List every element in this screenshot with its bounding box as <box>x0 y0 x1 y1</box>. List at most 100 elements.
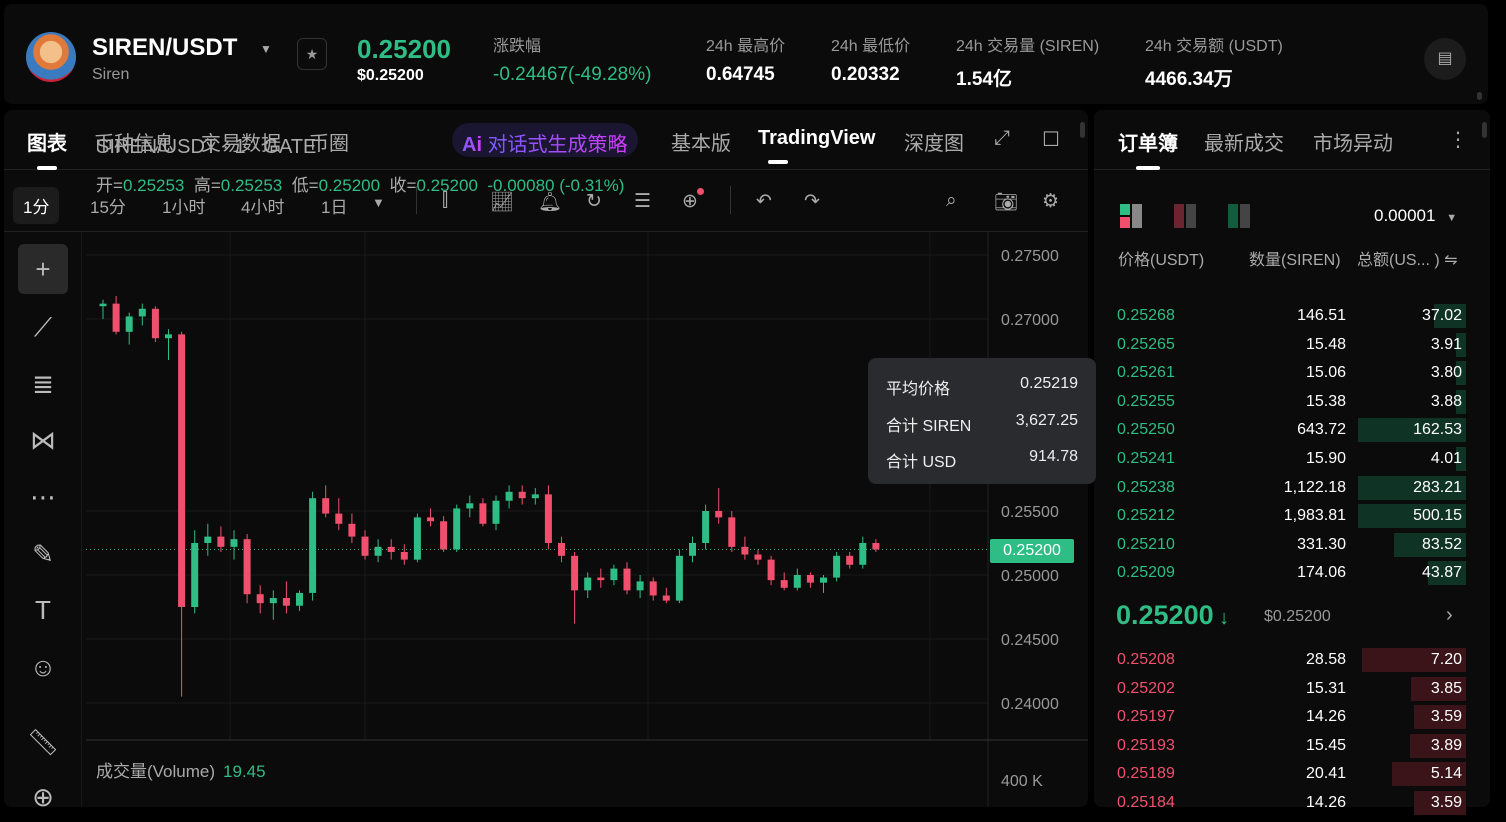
total: 7.20 <box>1430 651 1462 668</box>
candle <box>112 303 120 332</box>
candle <box>610 568 618 581</box>
y-tick-label: 0.27500 <box>1001 248 1059 265</box>
mid-price-usd: $0.25200 <box>1264 608 1331 625</box>
col-price: 价格(USDT) <box>1118 252 1205 269</box>
ask-row[interactable]: 0.25265 15.48 3.91 <box>1094 331 1474 359</box>
quantity: 174.06 <box>1297 564 1346 582</box>
price: 0.25212 <box>1117 507 1175 525</box>
bid-row[interactable]: 0.25202 15.31 3.85 <box>1094 675 1474 703</box>
price: 0.25202 <box>1117 679 1175 697</box>
price: 0.25268 <box>1117 307 1175 324</box>
candle <box>636 581 644 591</box>
candle <box>204 536 212 543</box>
quantity: 20.41 <box>1305 765 1346 783</box>
ask-row[interactable]: 0.25241 15.90 4.01 <box>1094 445 1474 473</box>
orderbook-panel: 订单簿 最新成交 市场异动 ⋮ 0.00001 ▼ 价格(USDT) 数量(SI… <box>1094 110 1490 815</box>
total: 3.91 <box>1430 335 1462 353</box>
price: 0.25208 <box>1117 651 1175 668</box>
quantity: 1,983.81 <box>1283 507 1346 525</box>
candle <box>138 308 146 317</box>
candle <box>715 511 723 518</box>
bid-row[interactable]: 0.25208 28.58 7.20 <box>1094 646 1474 674</box>
quantity: 15.45 <box>1305 736 1346 754</box>
quantity: 146.51 <box>1297 307 1346 324</box>
candle <box>400 551 408 560</box>
candle <box>518 491 526 499</box>
bid-row[interactable]: 0.25197 14.26 3.59 <box>1094 703 1474 731</box>
candle <box>269 598 277 604</box>
candle <box>820 577 827 583</box>
price: 0.25238 <box>1117 478 1175 496</box>
candle <box>374 546 382 556</box>
candle <box>296 592 303 606</box>
quantity: 331.30 <box>1297 535 1346 553</box>
ask-row[interactable]: 0.25238 1,122.18 283.21 <box>1094 474 1474 502</box>
ask-row[interactable]: 0.25255 15.38 3.88 <box>1094 388 1474 416</box>
candle <box>348 523 356 537</box>
ask-row[interactable]: 0.25268 146.51 37.02 <box>1094 302 1474 330</box>
candle <box>243 539 251 595</box>
price: 0.25209 <box>1117 564 1175 582</box>
ask-row[interactable]: 0.25209 174.06 43.87 <box>1094 559 1474 587</box>
total: 37.02 <box>1421 307 1462 324</box>
quantity: 14.26 <box>1305 708 1346 726</box>
total: 3.59 <box>1430 708 1462 726</box>
more-icon[interactable]: ⋮ <box>1448 127 1468 152</box>
view-bids-icon[interactable] <box>1228 204 1252 228</box>
candle <box>649 581 657 596</box>
ask-row[interactable]: 0.25210 331.30 83.52 <box>1094 531 1474 559</box>
quantity: 14.26 <box>1305 794 1346 811</box>
quantity: 15.48 <box>1305 335 1346 353</box>
candle <box>833 555 841 578</box>
chevron-right-icon[interactable]: › <box>1446 604 1453 627</box>
bid-row[interactable]: 0.25193 15.45 3.89 <box>1094 732 1474 760</box>
book-icon[interactable]: ▤ <box>1424 38 1466 80</box>
quantity: 15.38 <box>1305 392 1346 410</box>
candle <box>387 546 395 552</box>
ask-row[interactable]: 0.25212 1,983.81 500.15 <box>1094 502 1474 530</box>
candle <box>99 303 107 307</box>
tab-latest-trades[interactable]: 最新成交 <box>1204 127 1284 156</box>
candle <box>675 555 683 601</box>
orderbook-tooltip: 平均价格 0.25219 合计 SIREN 3,627.25 合计 USD 914.7… <box>868 358 1096 484</box>
quantity: 15.31 <box>1305 679 1346 697</box>
candle <box>361 536 369 556</box>
view-both-icon[interactable] <box>1120 204 1144 228</box>
candle <box>191 543 199 607</box>
price: 0.25250 <box>1117 421 1175 439</box>
price: 0.25265 <box>1117 335 1175 353</box>
bid-row[interactable]: 0.25189 20.41 5.14 <box>1094 760 1474 788</box>
tab-market-moves[interactable]: 市场异动 <box>1313 127 1393 156</box>
precision-select[interactable]: 0.00001 ▼ <box>1374 206 1457 226</box>
candle <box>754 554 762 560</box>
candle <box>440 521 448 550</box>
ask-row[interactable]: 0.25250 643.72 162.53 <box>1094 416 1474 444</box>
candle <box>531 494 539 499</box>
candle <box>793 575 801 588</box>
candle <box>322 498 330 514</box>
scrollbar[interactable] <box>1482 122 1487 138</box>
quantity: 28.58 <box>1305 651 1346 668</box>
candle <box>780 580 788 588</box>
candle <box>872 543 880 550</box>
ask-row[interactable]: 0.25261 15.06 3.80 <box>1094 359 1474 387</box>
total: 43.87 <box>1421 564 1462 582</box>
scrollbar[interactable] <box>1477 92 1482 100</box>
view-asks-icon[interactable] <box>1174 204 1198 228</box>
candle <box>413 517 421 560</box>
total: 162.53 <box>1413 421 1462 439</box>
price: 0.25210 <box>1117 535 1175 553</box>
quantity: 643.72 <box>1297 421 1346 439</box>
candle <box>335 513 343 524</box>
candle <box>689 543 696 556</box>
candle <box>544 494 552 543</box>
scrollbar[interactable] <box>1080 122 1085 138</box>
tab-orderbook[interactable]: 订单簿 <box>1118 127 1178 170</box>
price: 0.25197 <box>1117 708 1175 726</box>
candle <box>125 316 133 332</box>
candle <box>492 500 500 524</box>
y-tick-label: 0.25500 <box>1001 504 1059 521</box>
bid-row[interactable]: 0.25184 14.26 3.59 <box>1094 789 1474 817</box>
candle <box>662 595 670 601</box>
ohlc-legend: 开=0.25253 高=0.25253 低=0.25200 收=0.25200 … <box>96 176 625 195</box>
